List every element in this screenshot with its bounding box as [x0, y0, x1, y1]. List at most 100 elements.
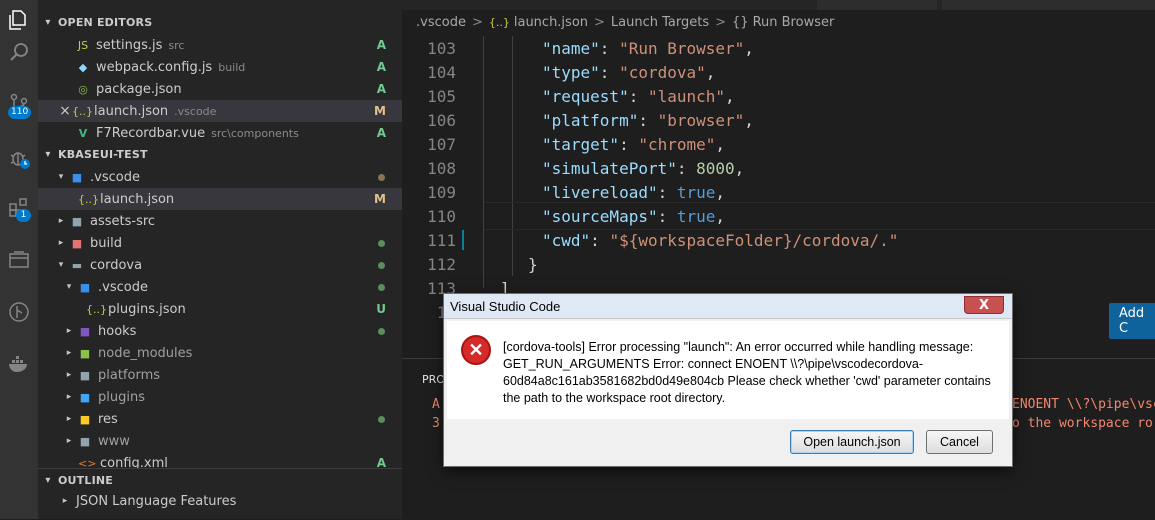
tree-folder[interactable]: ▸ ■ www — [38, 430, 402, 452]
folder-icon: ■ — [79, 368, 91, 382]
open-editor-item[interactable]: ◆ webpack.config.js build A — [38, 56, 402, 78]
chevron-down-icon: ▾ — [58, 172, 64, 182]
remote-explorer-icon[interactable] — [0, 240, 38, 280]
folder-icon: ■ — [71, 214, 83, 228]
git-status: A — [376, 38, 386, 52]
breadcrumb-item[interactable]: .vscode — [416, 15, 466, 30]
tree-folder[interactable]: ▸ ■ build — [38, 232, 402, 254]
tree-label: platforms — [98, 367, 161, 383]
debug-icon[interactable] — [0, 138, 38, 178]
git-status: U — [376, 302, 386, 316]
dialog-close-button[interactable]: X — [964, 296, 1004, 314]
code-line: 110 "sourceMaps": true, — [402, 204, 725, 228]
file-desc: src\components — [211, 126, 299, 140]
tab-strip — [402, 0, 1155, 10]
npm-file-icon: ◎ — [78, 82, 88, 96]
chevron-down-icon: ▾ — [66, 282, 72, 292]
code-text: "livereload": true, — [472, 183, 725, 202]
tree-file-active[interactable]: {..} launch.json M — [38, 188, 402, 210]
dialog-titlebar[interactable]: Visual Studio Code X — [444, 294, 1012, 319]
line-number: 107 — [427, 134, 456, 154]
json-key: "target" — [542, 134, 620, 154]
plugins-folder-icon: ■ — [79, 390, 91, 404]
open-launch-json-button[interactable]: Open launch.json — [790, 430, 914, 454]
code-line: 103 "name": "Run Browser", — [402, 36, 754, 60]
tree-folder[interactable]: ▸ ■ res — [38, 408, 402, 430]
folder-icon: ■ — [79, 434, 91, 448]
scm-badge: 110 — [8, 106, 32, 119]
tree-label: assets-src — [90, 213, 156, 229]
open-editor-item[interactable]: JS settings.js src A — [38, 34, 402, 56]
json-key: "request" — [542, 86, 629, 106]
tree-folder[interactable]: ▾ ▬ cordova — [38, 254, 402, 276]
open-editor-item[interactable]: V F7Recordbar.vue src\components A — [38, 122, 402, 144]
line-number: 108 — [427, 158, 456, 178]
editor-tab[interactable] — [817, 0, 937, 10]
code-text: "sourceMaps": true, — [472, 207, 725, 226]
code-line: 109 "livereload": true, — [402, 180, 725, 204]
res-folder-icon: ■ — [79, 412, 91, 426]
line-number: 110 — [427, 206, 456, 226]
tree-label: res — [98, 411, 118, 427]
code-text: "type": "cordova", — [472, 63, 715, 82]
tree-folder[interactable]: ▸ ■ assets-src — [38, 210, 402, 232]
editor-tab[interactable] — [942, 0, 1155, 10]
tree-folder[interactable]: ▾ ■ .vscode — [38, 276, 402, 298]
docker-icon[interactable] — [0, 344, 38, 384]
added-dot — [378, 261, 385, 269]
explorer-header[interactable]: ▾ KBASEUI-TEST — [38, 143, 402, 165]
open-editor-item[interactable]: ◎ package.json A — [38, 78, 402, 100]
outline-item[interactable]: ▸ JSON Language Features — [38, 490, 402, 512]
outline-title: OUTLINE — [58, 473, 114, 487]
error-dialog: Visual Studio Code X ✕ [cordova-tools] E… — [443, 293, 1013, 467]
file-desc: src — [168, 38, 185, 52]
line-number: 112 — [427, 254, 456, 274]
file-name: package.json — [96, 81, 182, 97]
breadcrumb-item[interactable]: Run Browser — [753, 15, 835, 30]
tree-label: plugins — [98, 389, 145, 405]
added-dot — [378, 283, 385, 291]
tree-folder[interactable]: ▸ ■ hooks — [38, 320, 402, 342]
cancel-button[interactable]: Cancel — [926, 430, 993, 454]
outline-header[interactable]: ▾ OUTLINE — [38, 468, 402, 491]
added-dot — [378, 415, 385, 423]
git-graph-icon[interactable] — [0, 292, 38, 332]
tree-file[interactable]: {..} plugins.json U — [38, 298, 402, 320]
file-name: F7Recordbar.vue — [96, 125, 206, 141]
tree-folder[interactable]: ▸ ■ plugins — [38, 386, 402, 408]
comma: , — [734, 158, 745, 178]
chevron-down-icon: ▾ — [45, 16, 51, 28]
tree-folder[interactable]: ▸ ■ platforms — [38, 364, 402, 386]
json-value: true — [676, 182, 716, 202]
breadcrumb-item[interactable]: Launch Targets — [611, 15, 709, 30]
code-line: 112 } — [402, 252, 538, 276]
line-number: 103 — [427, 38, 456, 58]
file-desc: build — [218, 60, 246, 74]
chevron-right-icon: > — [594, 14, 605, 30]
code-line: 104 "type": "cordova", — [402, 60, 715, 84]
open-editor-item-active[interactable]: × {..} launch.json .vscode M — [38, 100, 402, 122]
open-editors-header[interactable]: ▾ OPEN EDITORS — [38, 11, 402, 33]
line-number: 104 — [427, 62, 456, 82]
chevron-right-icon: ▸ — [66, 414, 72, 424]
chevron-down-icon: ▾ — [45, 474, 51, 486]
close-icon[interactable]: × — [58, 103, 72, 119]
closing-brace: } — [528, 254, 538, 274]
breadcrumb-item[interactable]: launch.json — [514, 15, 588, 30]
extensions-icon[interactable] — [0, 188, 38, 228]
add-configuration-button[interactable]: Add C — [1109, 303, 1155, 339]
comma: , — [715, 206, 726, 226]
tree-label: www — [98, 433, 130, 449]
line-number: 106 — [427, 110, 456, 130]
search-icon[interactable] — [0, 32, 38, 72]
modified-dot — [378, 173, 385, 181]
tree-label: build — [90, 235, 122, 251]
tree-folder[interactable]: ▾ ■ .vscode — [38, 166, 402, 188]
code-text: "cwd": "${workspaceFolder}/cordova/." — [472, 231, 898, 250]
problems-tab[interactable]: PRO — [422, 373, 445, 386]
error-line-left: A — [432, 397, 440, 412]
object-icon: {} — [732, 14, 749, 30]
dialog-message: [cordova-tools] Error processing "launch… — [503, 340, 991, 405]
tree-folder[interactable]: ▸ ■ node_modules — [38, 342, 402, 364]
vscode-folder-icon: ■ — [79, 280, 91, 294]
